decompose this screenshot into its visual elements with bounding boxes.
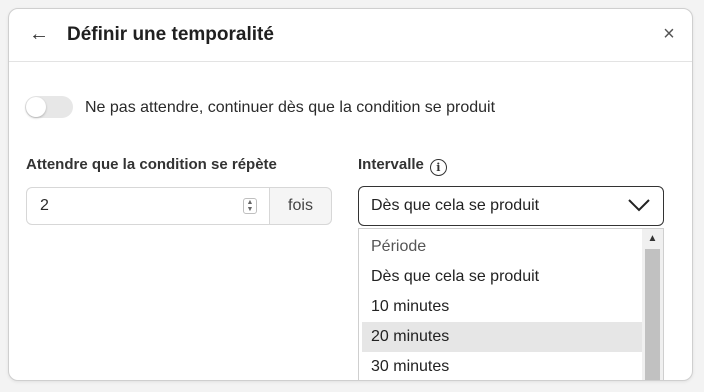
repeat-count-value: 2: [40, 197, 49, 214]
option-group-header: Période: [371, 238, 427, 255]
interval-selected-value: Dès que cela se produit: [371, 197, 540, 214]
option-10-minutes[interactable]: 10 minutes: [362, 292, 642, 322]
repeat-count-input[interactable]: 2 ▲ ▼: [26, 187, 270, 225]
number-spinner-icon[interactable]: ▲ ▼: [243, 198, 257, 214]
close-icon[interactable]: ×: [658, 23, 680, 45]
repeat-count-label: Attendre que la condition se répète: [26, 156, 277, 173]
no-wait-toggle[interactable]: [25, 96, 73, 118]
toggle-knob: [26, 97, 46, 117]
interval-label-wrap: Intervalle i: [358, 155, 447, 176]
back-arrow-icon[interactable]: ←: [27, 23, 51, 47]
no-wait-toggle-label: Ne pas attendre, continuer dès que la co…: [85, 99, 496, 116]
info-icon[interactable]: i: [429, 159, 447, 176]
interval-options-list: Période Dès que cela se produit 10 minut…: [358, 228, 664, 380]
dropdown-scrollbar[interactable]: ▲: [642, 229, 663, 380]
scroll-up-arrow-icon[interactable]: ▲: [642, 231, 663, 247]
dialog-title: Définir une temporalité: [67, 24, 274, 45]
chevron-down-icon: [628, 199, 650, 212]
option-30-minutes[interactable]: 30 minutes: [362, 352, 642, 380]
interval-select[interactable]: Dès que cela se produit: [358, 186, 664, 226]
repeat-unit-addon: fois: [269, 187, 332, 225]
option-20-minutes[interactable]: 20 minutes: [362, 322, 642, 352]
option-immediate[interactable]: Dès que cela se produit: [362, 262, 642, 292]
time-window-dialog: ← Définir une temporalité × Ne pas atten…: [8, 8, 693, 381]
interval-label: Intervalle: [358, 156, 424, 173]
scroll-thumb[interactable]: [645, 249, 660, 380]
dialog-header: ← Définir une temporalité ×: [9, 9, 692, 62]
